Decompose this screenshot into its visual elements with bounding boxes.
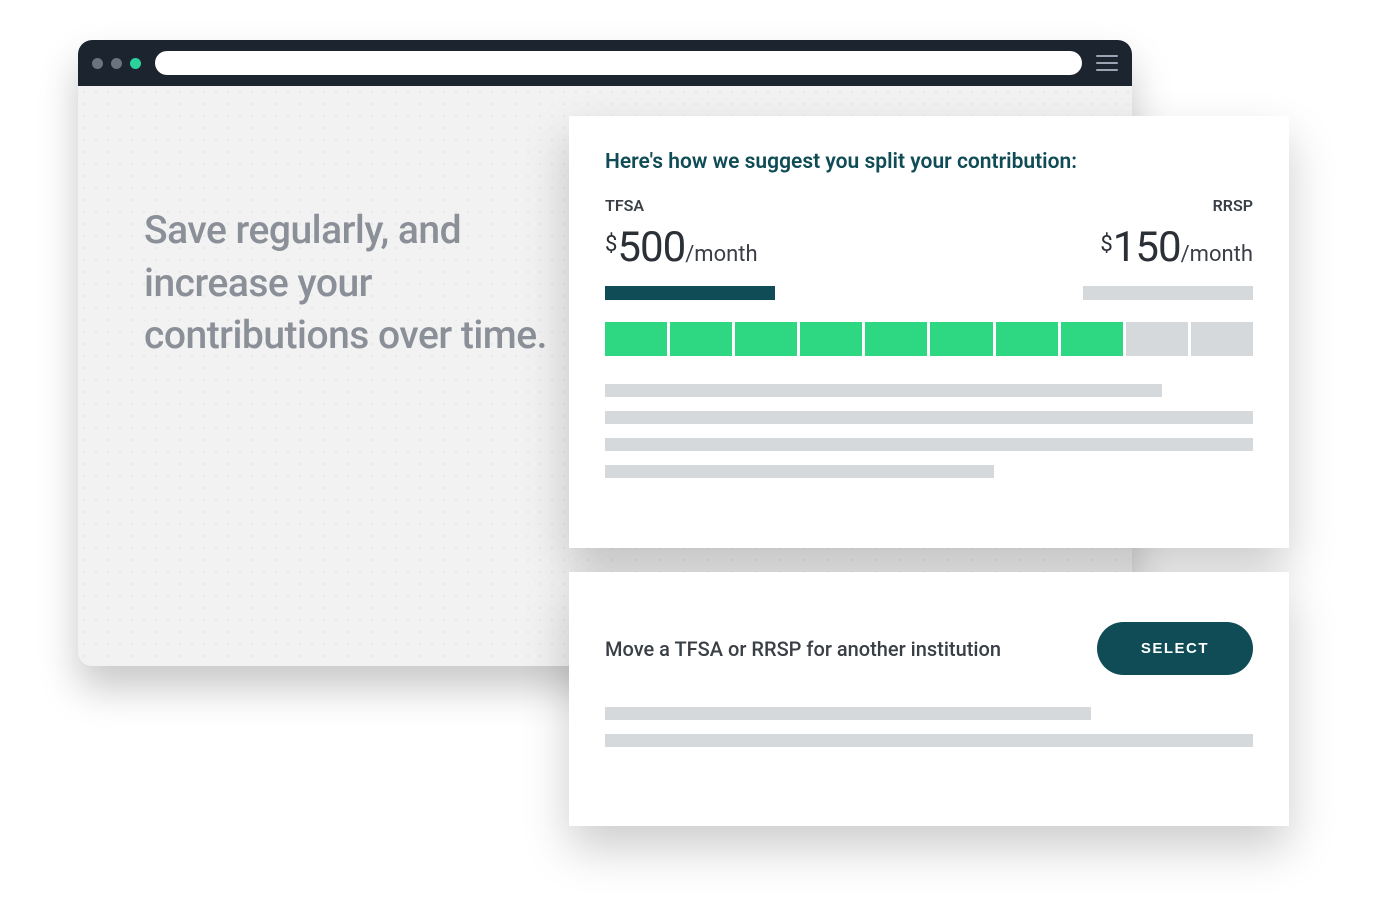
account-tfsa: TFSA $500/month (605, 196, 758, 272)
move-account-card: Move a TFSA or RRSP for another institut… (569, 572, 1289, 826)
close-icon[interactable] (92, 58, 103, 69)
allocation-segment (800, 322, 862, 356)
placeholder-line (605, 707, 1091, 720)
allocation-segment (865, 322, 927, 356)
allocation-segment (996, 322, 1058, 356)
account-tfsa-amount: $500/month (605, 223, 758, 272)
allocation-segment (1126, 322, 1188, 356)
placeholder-text-block (605, 384, 1253, 478)
amount-value: 150 (1113, 223, 1181, 272)
allocation-segment (1061, 322, 1123, 356)
url-bar[interactable] (155, 51, 1082, 75)
placeholder-line (605, 465, 994, 478)
contribution-split-card: Here's how we suggest you split your con… (569, 116, 1289, 548)
allocation-segment (605, 322, 667, 356)
amount-period: /month (685, 242, 757, 267)
account-rrsp-label: RRSP (1213, 196, 1253, 215)
rrsp-bar (1083, 286, 1253, 300)
account-rrsp-amount: $150/month (1100, 223, 1253, 272)
amount-period: /month (1181, 242, 1253, 267)
allocation-segment (1191, 322, 1253, 356)
placeholder-line (605, 411, 1253, 424)
placeholder-line (605, 734, 1253, 747)
allocation-segment (735, 322, 797, 356)
window-controls (92, 58, 141, 69)
allocation-segment (930, 322, 992, 356)
zoom-icon[interactable] (130, 58, 141, 69)
placeholder-line (605, 384, 1162, 397)
amount-value: 500 (617, 223, 685, 272)
browser-title-bar (78, 40, 1132, 86)
allocation-bar (605, 322, 1253, 356)
menu-icon[interactable] (1096, 55, 1118, 71)
placeholder-text-block (605, 707, 1253, 747)
account-underline-bars (605, 286, 1253, 300)
accounts-row: TFSA $500/month RRSP $150/month (605, 196, 1253, 272)
account-rrsp: RRSP $150/month (1100, 196, 1253, 272)
move-account-text: Move a TFSA or RRSP for another institut… (605, 637, 1001, 661)
allocation-segment (670, 322, 732, 356)
minimize-icon[interactable] (111, 58, 122, 69)
split-card-title: Here's how we suggest you split your con… (605, 150, 1253, 174)
currency-symbol: $ (1100, 232, 1112, 257)
select-button[interactable]: SELECT (1097, 622, 1253, 675)
tfsa-bar (605, 286, 775, 300)
account-tfsa-label: TFSA (605, 196, 758, 215)
hero-text: Save regularly, and increase your contri… (144, 204, 564, 362)
placeholder-line (605, 438, 1253, 451)
currency-symbol: $ (605, 232, 617, 257)
